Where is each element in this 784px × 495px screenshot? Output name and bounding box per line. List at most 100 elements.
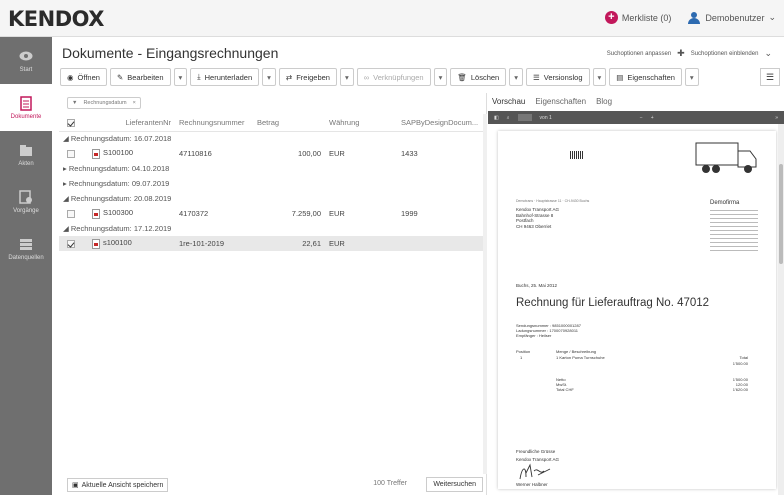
sidebar-item-akten[interactable]: Akten — [0, 131, 52, 178]
group-row[interactable]: ▸ Rechnungsdatum: 09.07.2019 — [59, 176, 487, 191]
hit-count: 100 Treffer — [373, 480, 407, 487]
sidebar-item-label: Akten — [18, 161, 34, 167]
tab-blog[interactable]: Blog — [596, 97, 612, 106]
scrollbar-thumb[interactable] — [779, 164, 783, 264]
filter-chip[interactable]: ▼ Rechnungsdatum × — [67, 97, 141, 109]
group-label: Rechnungsdatum: 20.08.2019 — [70, 194, 172, 203]
checkbox[interactable] — [67, 118, 75, 127]
share-button[interactable]: ⇄ Freigeben — [278, 68, 337, 86]
group-row[interactable]: ◢ Rechnungsdatum: 16.07.2018 — [59, 131, 487, 146]
download-icon: ⤓ — [197, 72, 201, 81]
edit-button[interactable]: ✎ Bearbeiten — [109, 68, 171, 86]
table-row[interactable]: S100100 47110816 100,00 EUR 1433 — [59, 146, 487, 161]
column-header[interactable]: LieferantenNr — [85, 114, 175, 132]
merkliste-button[interactable]: + Merkliste (0) — [604, 11, 672, 24]
double-chevron-down-icon[interactable]: ⌄ — [764, 48, 772, 59]
preview-scrollbar[interactable] — [778, 124, 784, 495]
expand-icon: ◢ — [63, 134, 71, 144]
pos-cell: 1 Karton Puma Turnschuhe — [556, 355, 605, 360]
cell-betrag: 22,61 — [253, 236, 325, 251]
column-header[interactable]: Währung — [325, 114, 397, 132]
greeting: Freundliche Grüsse — [516, 449, 556, 454]
page-title: Dokumente - Eingangsrechnungen — [62, 45, 279, 61]
group-row[interactable]: ▸ Rechnungsdatum: 04.10.2018 — [59, 161, 487, 176]
trash-icon: 🗑 — [457, 72, 467, 82]
versions-dropdown[interactable]: ▾ — [592, 68, 607, 86]
zoom-out-icon[interactable]: − — [640, 115, 643, 121]
close-icon[interactable]: × — [133, 100, 136, 106]
group-label: Rechnungsdatum: 04.10.2018 — [68, 164, 170, 173]
open-button[interactable]: ◉ Öffnen — [60, 68, 107, 86]
sidebar-item-label: Vorgänge — [13, 208, 39, 214]
sidebar-item-vorgaenge[interactable]: Vorgänge — [0, 178, 52, 225]
group-row[interactable]: ◢ Rechnungsdatum: 17.12.2019 — [59, 221, 487, 236]
toolbar: ◉ Öffnen ✎ Bearbeiten ▾ ⤓ Herunterladen ▾ ⇄… — [60, 66, 780, 88]
folder-icon — [18, 142, 34, 158]
checkbox[interactable] — [67, 150, 75, 158]
download-label: Herunterladen — [204, 72, 253, 82]
table-row[interactable]: S100300 4170372 7.259,00 EUR 1999 — [59, 206, 487, 221]
tab-vorschau[interactable]: Vorschau — [492, 97, 525, 106]
download-button[interactable]: ⤓ Herunterladen — [190, 68, 260, 86]
cell-lieferant: S100100 — [103, 148, 134, 158]
result-list-pane: ▼ Rechnungsdatum × LieferantenNr Rechnun… — [59, 93, 487, 495]
delete-dropdown[interactable]: ▾ — [509, 68, 523, 86]
checkbox[interactable] — [67, 210, 75, 218]
top-bar: KENDOX + Merkliste (0) Demobenutzer ⌄ — [0, 0, 784, 37]
cell-rechnung: 4170372 — [179, 209, 209, 218]
properties-dropdown[interactable]: ▾ — [684, 68, 699, 86]
merkliste-label: Merkliste (0) — [621, 12, 672, 23]
process-icon — [18, 189, 34, 205]
layout-toggle-button[interactable]: ☰ — [760, 68, 780, 86]
company-name: Demofirma — [710, 200, 740, 206]
pin-icon[interactable]: ✚ — [677, 48, 685, 59]
save-icon: ▣ — [72, 482, 79, 489]
tab-eigenschaften[interactable]: Eigenschaften — [535, 97, 586, 106]
search-icon[interactable]: ⌕ — [507, 115, 510, 121]
select-all-column[interactable] — [59, 114, 85, 132]
pos-col: Menge / Beschreibung — [556, 349, 597, 354]
edit-dropdown[interactable]: ▾ — [173, 68, 188, 86]
versions-button[interactable]: ☰ Versionslog — [526, 68, 590, 86]
recipient-line: Kendox Transport AG — [516, 207, 560, 212]
cell-sap: 1433 — [401, 149, 418, 158]
zoom-in-icon[interactable]: + — [651, 115, 654, 121]
pos-cell: 1 — [520, 355, 523, 360]
table-scrollbar[interactable] — [483, 114, 487, 474]
user-name: Demobenutzer — [705, 12, 765, 23]
download-dropdown[interactable]: ▾ — [262, 68, 276, 86]
signer-name: Werner Halbner — [516, 482, 548, 487]
list-icon: ☰ — [533, 72, 540, 82]
sidebar-item-start[interactable]: Start — [0, 37, 52, 84]
chevron-down-icon: ⌄ — [768, 12, 776, 22]
delete-button[interactable]: 🗑 Löschen — [450, 68, 507, 86]
eye-icon — [18, 48, 34, 64]
continue-search-button[interactable]: Weitersuchen — [426, 477, 483, 492]
sidebar-item-dokumente[interactable]: Dokumente — [0, 84, 52, 131]
cell-lieferant: s100100 — [103, 238, 132, 248]
column-header[interactable]: Betrag — [253, 114, 325, 132]
sidebar-item-label: Start — [19, 67, 33, 73]
more-tools-icon[interactable]: » — [775, 115, 778, 121]
pos-col: Position — [516, 349, 531, 354]
sidebar-item-datenquellen[interactable]: Datenquellen — [0, 225, 52, 272]
table-row-selected[interactable]: s100100 1re-101-2019 22,61 EUR — [59, 236, 487, 251]
group-row[interactable]: ◢ Rechnungsdatum: 20.08.2019 — [59, 191, 487, 206]
signature-image — [519, 463, 551, 480]
checkbox[interactable] — [67, 240, 75, 248]
sidebar-toggle-icon[interactable]: ◧ — [494, 115, 499, 121]
search-options-adjust-link[interactable]: Suchoptionen anpassen — [607, 51, 671, 57]
links-button[interactable]: ∞ Verknüpfungen — [356, 68, 431, 86]
save-view-button[interactable]: ▣ Aktuelle Ansicht speichern — [67, 478, 169, 492]
column-header[interactable]: SAPByDesignDocum... — [397, 114, 487, 132]
links-dropdown[interactable]: ▾ — [433, 68, 448, 86]
column-header[interactable]: Rechnungsnummer — [175, 114, 253, 132]
menu-icon: ☰ — [765, 71, 775, 82]
user-menu[interactable]: Demobenutzer ⌄ — [687, 11, 776, 24]
cell-lieferant: S100300 — [103, 208, 134, 218]
share-dropdown[interactable]: ▾ — [339, 68, 354, 86]
page-input[interactable] — [517, 114, 532, 121]
cell-sap: 1999 — [401, 209, 418, 218]
properties-button[interactable]: ▤ Eigenschaften — [609, 68, 682, 86]
search-options-show-link[interactable]: Suchoptionen einblenden — [691, 51, 759, 57]
